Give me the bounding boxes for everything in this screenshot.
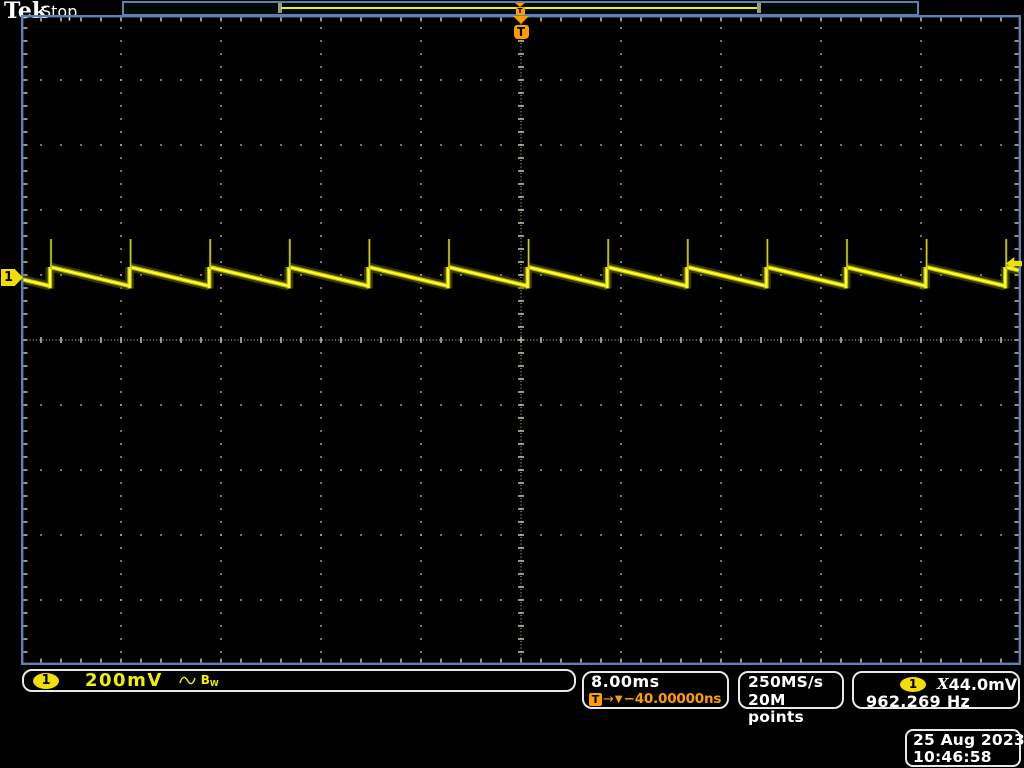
sample-rate: 250MS/s — [748, 673, 824, 691]
record-length: 20M points — [748, 690, 804, 726]
trigger-position-marker: T — [513, 16, 529, 39]
channel1-position-marker: 1 — [1, 269, 23, 286]
triangle-down-icon: ▼ — [614, 693, 623, 705]
ac-coupling-icon — [179, 676, 196, 685]
timebase-readout: 8.00ms T → ▼ −40.00000ns — [582, 671, 729, 709]
trigger-position-mini-marker: T — [515, 3, 525, 15]
trigger-type-symbol: X — [937, 674, 949, 693]
window-right-bracket-icon — [757, 3, 761, 13]
record-view-bar: T — [122, 1, 919, 16]
triangle-down-icon — [513, 16, 529, 24]
trigger-frequency: 962.269 Hz — [866, 692, 971, 711]
datetime-readout: 25 Aug 2023 10:46:58 — [905, 729, 1024, 767]
trigger-readout: 1 X 44.0mV 962.269 Hz — [852, 671, 1020, 711]
time-value: 10:46:58 — [913, 748, 992, 766]
acquisition-readout: 250MS/s 20M points — [738, 671, 844, 726]
trigger-t-icon: T — [513, 25, 529, 39]
date-value: 25 Aug 2023 — [913, 731, 1024, 749]
bandwidth-limit-icon: BW — [200, 673, 219, 688]
trigger-source-badge: 1 — [900, 676, 926, 692]
trigger-t-icon: T — [515, 7, 525, 15]
trigger-level-value: 44.0mV — [948, 674, 1018, 694]
arrow-right-icon: → — [603, 691, 614, 707]
graticule — [21, 15, 1021, 665]
channel1-scale: 200mV — [85, 670, 163, 691]
trigger-t-icon: T — [589, 692, 602, 706]
channel1-readout: 1 200mV BW — [22, 669, 576, 692]
channel1-badge: 1 — [33, 672, 59, 689]
oscilloscope-screen: Tek Stop T T 1 1 200mV BW 8.00ms T → ▼ −… — [0, 0, 1024, 768]
trigger-position-readout: T → ▼ −40.00000ns — [589, 691, 727, 707]
timebase-scale: 8.00ms — [591, 672, 660, 691]
trigger-position-value: −40.00000ns — [623, 691, 722, 707]
